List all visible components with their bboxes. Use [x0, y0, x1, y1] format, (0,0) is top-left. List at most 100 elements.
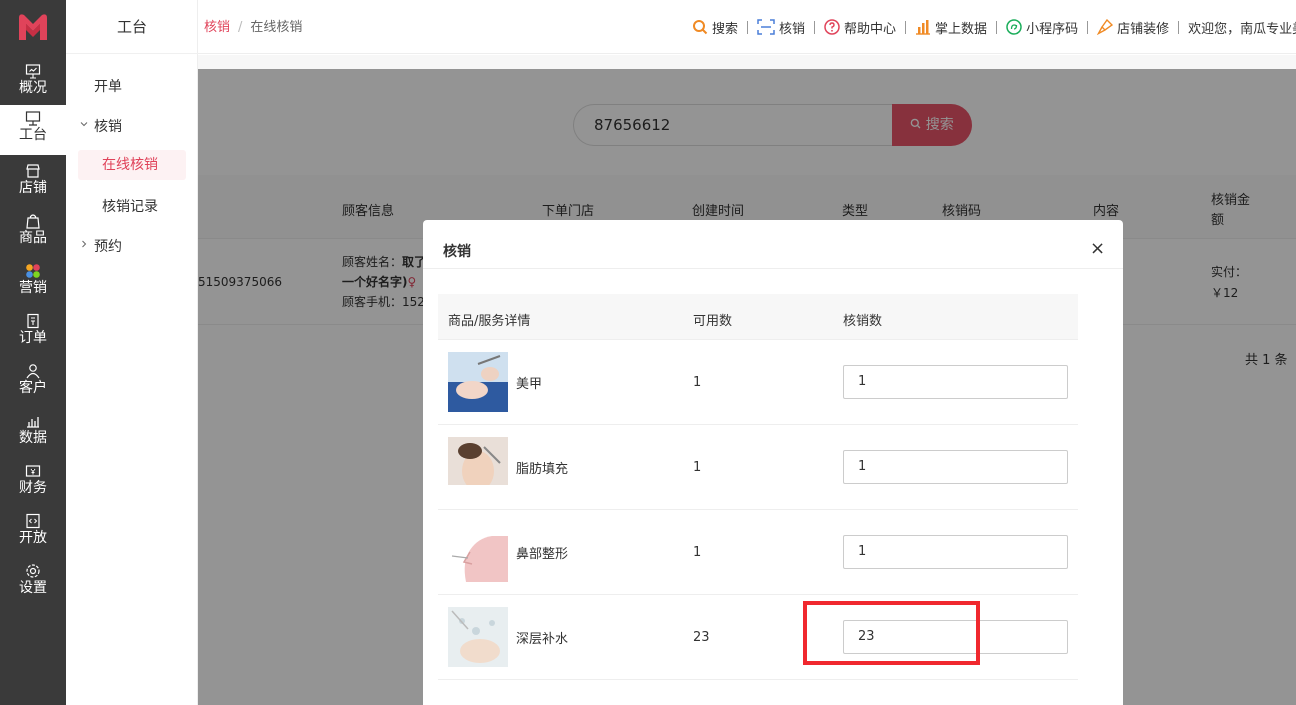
submenu-item-yuyue[interactable]: 预约	[94, 236, 122, 256]
submenu-item-online-verify[interactable]: 在线核销	[78, 150, 186, 180]
chevron-down-icon	[80, 122, 88, 127]
modal-col-verify: 核销数	[843, 314, 883, 329]
product-name: 鼻部整形	[516, 547, 569, 562]
modal-row: 美甲 1 1	[438, 340, 1078, 425]
rail-item-open[interactable]: 开放	[0, 508, 66, 558]
modal-col-product: 商品/服务详情	[448, 314, 531, 329]
modal-divider	[423, 268, 1123, 269]
top-nav: 搜索 核销 帮助中心 掌上数据 小程序码 店铺装修 欢迎您，南瓜专业	[692, 18, 1296, 37]
topnav-help-label: 帮助中心	[844, 21, 897, 37]
available-count: 1	[693, 545, 702, 560]
scan-icon	[757, 19, 775, 35]
rail-item-overview[interactable]: 概况	[0, 58, 66, 108]
available-count: 1	[693, 460, 702, 475]
flower-icon	[26, 264, 40, 278]
topnav-verify[interactable]: 核销	[757, 18, 805, 37]
verify-modal: 核销 × 商品/服务详情 可用数 核销数 美甲 1 1 脂肪填充 1 1 鼻部整…	[423, 220, 1123, 705]
verify-count-input[interactable]: 1	[843, 535, 1068, 569]
desktop-icon	[25, 111, 41, 126]
code-icon	[26, 513, 40, 529]
topnav-decor-label: 店铺装修	[1117, 21, 1170, 37]
topnav-data[interactable]: 掌上数据	[915, 18, 987, 37]
rail-label: 财务	[19, 480, 47, 496]
breadcrumb-link-verify[interactable]: 核销	[204, 20, 230, 35]
content-strip	[198, 55, 1296, 69]
data-chart-icon	[27, 417, 39, 428]
topnav-search-label: 搜索	[712, 21, 739, 37]
bar-chart-icon	[916, 20, 931, 35]
submenu-item-record[interactable]: 核销记录	[102, 196, 158, 216]
rail-label: 工台	[19, 127, 47, 143]
breadcrumb-separator: /	[238, 20, 243, 35]
mini-program-icon	[1006, 19, 1022, 35]
sub-menu: 工台 开单 核销 在线核销 核销记录 预约	[66, 0, 198, 705]
product-thumbnail	[448, 437, 508, 497]
user-icon	[26, 364, 40, 379]
nav-divider	[814, 20, 816, 34]
rail-item-goods[interactable]: 商品	[0, 208, 66, 258]
brand-logo	[19, 14, 47, 40]
rail-label: 订单	[19, 330, 47, 346]
rail-item-data[interactable]: 数据	[0, 408, 66, 458]
main-rail: 概况 工台 店铺 商品 营销 订单 客户 数据 财务 开放 设置	[0, 0, 66, 705]
bag-icon	[26, 214, 40, 229]
submenu-title: 工台	[66, 0, 198, 54]
topnav-search[interactable]: 搜索	[692, 18, 738, 37]
topnav-data-label: 掌上数据	[935, 21, 988, 37]
available-count: 23	[693, 630, 710, 645]
rail-label: 概况	[19, 80, 47, 96]
modal-row: 鼻部整形 1 1	[438, 510, 1078, 595]
nav-divider	[905, 20, 907, 34]
highlight-box	[803, 601, 980, 665]
product-name: 美甲	[516, 377, 543, 392]
order-icon	[27, 313, 39, 329]
verify-count-input[interactable]: 1	[843, 450, 1068, 484]
submenu-item-kaidan[interactable]: 开单	[94, 76, 122, 96]
modal-title: 核销	[443, 244, 471, 260]
nav-divider	[1087, 20, 1089, 34]
brush-icon	[1097, 19, 1114, 35]
available-count: 1	[693, 375, 702, 390]
rail-label: 商品	[19, 230, 47, 246]
help-icon	[824, 19, 840, 35]
modal-row: 深层补水 23 23	[438, 595, 1078, 680]
rail-item-finance[interactable]: 财务	[0, 458, 66, 508]
chevron-right-icon	[82, 240, 87, 248]
top-header: 核销 / 在线核销 搜索 核销 帮助中心 掌上数据 小程序码 店铺装修 欢迎您，…	[198, 0, 1296, 54]
topnav-mini-label: 小程序码	[1026, 21, 1079, 37]
rail-label: 客户	[19, 380, 47, 396]
nav-divider	[747, 20, 749, 34]
rail-item-customers[interactable]: 客户	[0, 358, 66, 408]
rail-item-settings[interactable]: 设置	[0, 558, 66, 608]
product-name: 脂肪填充	[516, 462, 569, 477]
rail-item-marketing[interactable]: 营销	[0, 258, 66, 308]
rail-item-store[interactable]: 店铺	[0, 158, 66, 208]
rail-label: 设置	[19, 580, 47, 596]
close-icon[interactable]: ×	[1090, 240, 1105, 258]
rail-item-workbench[interactable]: 工台	[0, 105, 66, 155]
finance-icon	[25, 465, 41, 477]
submenu-item-hexiao[interactable]: 核销	[94, 116, 122, 136]
rail-label: 开放	[19, 530, 47, 546]
rail-item-orders[interactable]: 订单	[0, 308, 66, 358]
rail-label: 店铺	[19, 180, 47, 196]
topnav-decor[interactable]: 店铺装修	[1097, 18, 1169, 37]
topnav-miniprogram[interactable]: 小程序码	[1006, 18, 1078, 37]
nav-divider	[996, 20, 998, 34]
product-thumbnail	[448, 352, 508, 412]
product-thumbnail	[448, 607, 508, 667]
breadcrumb: 核销 / 在线核销	[204, 16, 302, 35]
gear-icon	[26, 564, 40, 578]
modal-col-available: 可用数	[693, 314, 733, 329]
monitor-chart-icon	[25, 64, 41, 79]
topnav-verify-label: 核销	[779, 21, 806, 37]
product-thumbnail	[448, 522, 508, 582]
modal-table-header	[438, 294, 1078, 340]
product-name: 深层补水	[516, 632, 569, 647]
verify-count-input[interactable]: 1	[843, 365, 1068, 399]
search-icon	[693, 20, 708, 35]
topnav-help[interactable]: 帮助中心	[824, 18, 896, 37]
rail-label: 营销	[19, 280, 47, 296]
rail-label: 数据	[19, 430, 47, 446]
breadcrumb-current: 在线核销	[250, 20, 303, 35]
